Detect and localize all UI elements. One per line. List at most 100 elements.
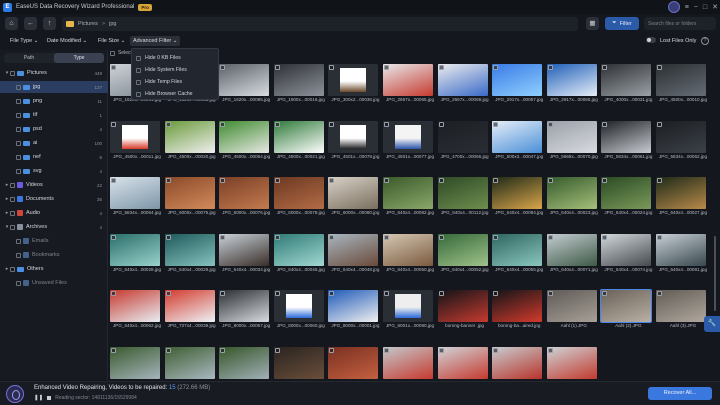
- file-thumbnail[interactable]: [164, 120, 215, 153]
- file-thumbnail[interactable]: [437, 233, 488, 266]
- menu-icon[interactable]: ≡: [685, 4, 689, 11]
- tab-type[interactable]: Type: [54, 53, 104, 63]
- file-item[interactable]: JPG_640x4...00112.jpg: [437, 177, 488, 217]
- file-checkbox[interactable]: [657, 121, 662, 127]
- file-item[interactable]: JPG_640x4...00028.jpg: [110, 233, 161, 274]
- file-thumbnail[interactable]: [219, 233, 270, 266]
- sidebar-item[interactable]: ▾ Pictures 449: [0, 67, 108, 79]
- hide-0kb-option[interactable]: Hide 0 KB Files: [136, 53, 216, 63]
- file-thumbnail[interactable]: [110, 120, 160, 153]
- recover-all-button[interactable]: Recover All...: [648, 387, 712, 400]
- file-item[interactable]: JPG_1900x...00016.jpg: [273, 64, 325, 104]
- file-thumbnail[interactable]: [492, 290, 543, 322]
- file-item[interactable]: JPG_6000x...00078.jpg: [273, 177, 325, 217]
- file-checkbox[interactable]: [165, 121, 171, 127]
- file-checkbox[interactable]: [274, 234, 280, 240]
- file-item[interactable]: JPG_640x4...00024.jpg: [601, 177, 652, 217]
- file-checkbox[interactable]: [220, 291, 226, 296]
- advanced-filter[interactable]: Advanced Filter ⌄: [130, 36, 181, 46]
- file-checkbox[interactable]: [602, 234, 608, 240]
- file-size-filter[interactable]: File Size ⌄: [98, 36, 125, 46]
- file-item[interactable]: JPG_640x4...00027.jpg: [656, 177, 707, 217]
- file-checkbox[interactable]: [384, 291, 389, 296]
- file-thumbnail[interactable]: [656, 177, 706, 209]
- file-checkbox[interactable]: [111, 291, 116, 296]
- file-thumbnail[interactable]: [164, 290, 215, 322]
- file-checkbox[interactable]: [220, 65, 226, 70]
- file-checkbox[interactable]: [329, 234, 335, 240]
- sidebar-item[interactable]: Emails: [0, 235, 108, 247]
- file-checkbox[interactable]: [493, 178, 499, 183]
- file-item[interactable]: JPG_640x4...00052.jpg: [437, 233, 489, 274]
- breadcrumb-pictures[interactable]: Pictures: [78, 21, 98, 27]
- file-thumbnail[interactable]: [546, 177, 597, 209]
- file-item[interactable]: JPG_6001x...00080.jpg: [383, 290, 434, 330]
- file-thumbnail[interactable]: [219, 64, 270, 96]
- sidebar-item[interactable]: Bookmarks: [0, 249, 108, 261]
- file-thumbnail[interactable]: [656, 120, 706, 153]
- file-checkbox[interactable]: [493, 347, 499, 353]
- file-item[interactable]: JPG_4500x...00020.jpg: [164, 120, 216, 161]
- sidebar-item[interactable]: ▸ Documents 35: [0, 193, 108, 205]
- file-checkbox[interactable]: [657, 234, 662, 240]
- file-item[interactable]: JPG_640x4...00084.jpg: [492, 177, 543, 217]
- up-button[interactable]: ↑: [43, 17, 56, 30]
- file-checkbox[interactable]: [274, 121, 280, 127]
- file-thumbnail[interactable]: [601, 177, 652, 209]
- file-thumbnail[interactable]: [383, 233, 433, 266]
- file-checkbox[interactable]: [111, 178, 116, 183]
- file-thumbnail[interactable]: [601, 120, 652, 153]
- file-item[interactable]: JPG_8000x...00067.jpg: [219, 290, 270, 330]
- file-thumbnail[interactable]: [110, 290, 160, 322]
- file-item[interactable]: JPG_8000x...00001.jpg: [328, 290, 379, 330]
- file-thumbnail[interactable]: [600, 289, 653, 323]
- file-thumbnail[interactable]: [601, 233, 652, 266]
- file-thumbnail[interactable]: [110, 233, 160, 266]
- file-item[interactable]: JPG_2917x...00057.jpg: [492, 64, 543, 104]
- file-item[interactable]: Gorkhey (2).JPG: [164, 346, 215, 380]
- sidebar-item[interactable]: tif 1: [0, 109, 108, 121]
- file-checkbox[interactable]: [165, 291, 171, 296]
- file-item[interactable]: JPG_5834x...00061.jpg: [601, 120, 652, 161]
- file-checkbox[interactable]: [220, 234, 226, 240]
- file-item[interactable]: JPG_4500x...00011.jpg: [110, 120, 161, 161]
- file-item[interactable]: JPG_8000x...00060.jpg: [273, 290, 325, 330]
- file-thumbnail[interactable]: [273, 177, 324, 209]
- item-checkbox[interactable]: [10, 196, 15, 202]
- file-checkbox[interactable]: [165, 234, 171, 240]
- file-item[interactable]: Aahl (2).JPG: [600, 289, 653, 330]
- file-item[interactable]: [273, 346, 324, 381]
- file-checkbox[interactable]: [547, 291, 553, 296]
- file-checkbox[interactable]: [329, 347, 335, 353]
- file-thumbnail[interactable]: [273, 233, 324, 266]
- file-item[interactable]: JPG_640x4...00029.jpg: [164, 233, 216, 274]
- file-item[interactable]: Aahl (3).JPG: [656, 290, 706, 330]
- file-thumbnail[interactable]: [546, 233, 597, 266]
- file-item[interactable]: JPG_500x3...00047.jpg: [492, 120, 543, 161]
- file-checkbox[interactable]: [602, 291, 608, 296]
- file-checkbox[interactable]: [657, 65, 662, 70]
- file-thumbnail[interactable]: [328, 120, 379, 153]
- sidebar-item[interactable]: Unsaved Files: [0, 277, 108, 289]
- file-checkbox[interactable]: [547, 347, 553, 353]
- item-checkbox[interactable]: [16, 238, 21, 244]
- file-checkbox[interactable]: [438, 178, 444, 183]
- file-checkbox[interactable]: [274, 65, 280, 70]
- file-item[interactable]: [383, 346, 433, 381]
- grid-view-button[interactable]: ▦: [586, 17, 599, 30]
- file-checkbox[interactable]: [547, 121, 553, 127]
- file-item[interactable]: JPG_6000x...00075.jpg: [164, 177, 216, 217]
- file-item[interactable]: JPG_640x4...00034.jpg: [219, 233, 270, 274]
- file-item[interactable]: JPG_300x2...00036.jpg: [328, 64, 379, 104]
- file-item[interactable]: JPG_2667x...00069.jpg: [437, 64, 489, 104]
- file-checkbox[interactable]: [111, 65, 116, 70]
- file-item[interactable]: JPG_5668x...00070.jpg: [546, 120, 598, 161]
- sidebar-item[interactable]: psd 4: [0, 123, 108, 135]
- file-thumbnail[interactable]: [164, 346, 215, 379]
- file-thumbnail[interactable]: [492, 233, 543, 266]
- file-item[interactable]: JPG_640x4...00071.jpg: [546, 233, 598, 274]
- sidebar-item[interactable]: ▸ Audio 4: [0, 207, 108, 219]
- file-checkbox[interactable]: [547, 65, 553, 70]
- user-avatar[interactable]: [667, 1, 680, 13]
- file-checkbox[interactable]: [384, 121, 389, 127]
